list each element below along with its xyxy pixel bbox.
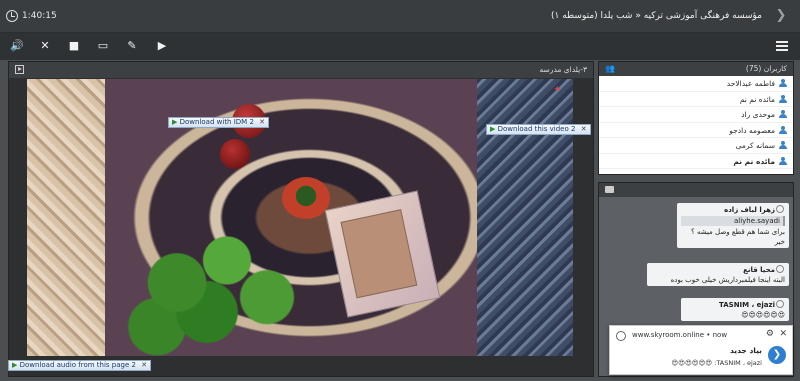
user-icon: [779, 110, 787, 118]
play-icon: ▶: [12, 361, 18, 369]
user-item[interactable]: معصومه دادجو: [599, 123, 793, 138]
users-panel-header: 👥 کاربران (75): [599, 62, 793, 76]
video-frame-left-cloth: [27, 79, 115, 356]
plant: [117, 209, 317, 356]
idm-download-audio-label: Download audio from this page: [19, 361, 130, 369]
user-icon: [779, 79, 787, 87]
idm-count: 2: [131, 361, 136, 369]
session-timer: 1:40:15: [22, 11, 57, 21]
video-title: ۳-یلدای مدرسه: [539, 65, 587, 74]
user-name: فاطمه عبدالاحد: [726, 79, 775, 88]
idm-download-audio-button[interactable]: ▶ Download audio from this page 2 ✕: [8, 360, 152, 371]
close-icon[interactable]: ✕: [259, 118, 265, 126]
close-icon[interactable]: ✕: [581, 125, 587, 133]
chat-message: زهرا لباف زاده aliyhe.sayadi برای شما هم…: [677, 203, 789, 248]
notification-site: www.skyroom.online • now: [632, 331, 728, 339]
message-author: زهرا لباف زاده: [681, 205, 785, 214]
idm-download-button[interactable]: ▶ Download with IDM 2 ✕: [168, 117, 270, 128]
skyroom-logo-icon: ❯: [775, 8, 787, 23]
play-icon: ▶: [172, 118, 178, 126]
chat-icon: [605, 186, 614, 193]
close-icon[interactable]: ✕: [779, 329, 787, 339]
clock-icon: [6, 10, 18, 22]
hamburger-menu-icon[interactable]: [776, 41, 788, 51]
users-title: کاربران (75): [745, 64, 787, 73]
idm-download-label: Download with IDM: [179, 118, 248, 126]
browser-icon: [616, 331, 626, 341]
close-icon[interactable]: ✕: [141, 361, 147, 369]
top-header: 1:40:15 مؤسسه فرهنگی آموزشی ترکیه « شب ی…: [0, 0, 800, 33]
video-panel: ۳-یلدای مدرسه ✦: [8, 61, 594, 377]
user-item[interactable]: مائده نم نم: [599, 154, 793, 169]
whiteboard-brush-icon[interactable]: ✎: [124, 38, 140, 54]
video-frame-right-cloth: [463, 79, 573, 356]
video-panel-header: ۳-یلدای مدرسه: [9, 62, 593, 78]
user-item[interactable]: مائده نم نم: [599, 92, 793, 107]
idm-download-video-label: Download this video: [497, 125, 569, 133]
reply-icon[interactable]: [776, 300, 784, 308]
notification-body: TASNIM ، ejazi: 😍😍😍😍😍😍: [671, 359, 762, 367]
message-author: محیا قانع: [651, 265, 785, 274]
user-item[interactable]: موحدی راد: [599, 107, 793, 123]
chat-message: TASNIM ، ejazi 😍😍😍😍😍😍: [681, 298, 789, 321]
idm-count: 2: [571, 125, 576, 133]
browser-notification[interactable]: www.skyroom.online • now ⚙ ✕ بیاد جدید T…: [609, 325, 793, 375]
chat-message: محیا قانع البته اینجا فیلمبرداریش خیلی خ…: [647, 263, 789, 286]
message-author: TASNIM ، ejazi: [685, 300, 785, 309]
screen-share-icon[interactable]: ▭: [95, 38, 111, 54]
play-icon: ▶: [490, 125, 496, 133]
channel-watermark: ✦: [553, 85, 561, 95]
mic-muted-icon[interactable]: ✕: [37, 38, 53, 54]
user-icon: [779, 94, 787, 103]
people-icon: 👥: [605, 64, 615, 73]
reply-icon[interactable]: [776, 265, 784, 273]
user-icon: [779, 125, 787, 134]
main-toolbar: 🔊 ✕ ■ ▭ ✎ ▶: [0, 33, 800, 60]
idm-count: 2: [249, 118, 254, 126]
user-name: سمانه کرمی: [735, 141, 775, 150]
speaker-icon[interactable]: 🔊: [9, 38, 25, 54]
message-text: البته اینجا فیلمبرداریش خیلی خوب بوده: [670, 276, 785, 284]
user-item[interactable]: فاطمه عبدالاحد: [599, 76, 793, 92]
skyroom-logo-icon: ❯: [768, 346, 786, 364]
quoted-author: aliyhe.sayadi: [681, 216, 785, 226]
pomegranate: [220, 139, 250, 169]
user-name: مائده نم نم: [733, 156, 775, 166]
message-text: برای شما هم قطع وصل میشه ؟: [691, 228, 785, 236]
user-item[interactable]: سمانه کرمی: [599, 138, 793, 154]
chat-panel-header: [599, 183, 793, 197]
message-text: 😍😍😍😍😍😍: [741, 311, 785, 319]
room-title: مؤسسه فرهنگی آموزشی ترکیه « شب یلدا (متو…: [550, 11, 762, 21]
idm-download-video-button[interactable]: ▶ Download this video 2 ✕: [486, 124, 591, 135]
user-name: موحدی راد: [741, 110, 775, 119]
media-play-icon[interactable]: ▶: [154, 38, 170, 54]
video-camera-icon[interactable]: ■: [66, 38, 82, 54]
users-panel: 👥 کاربران (75) فاطمه عبدالاحد مائده نم ن…: [598, 61, 794, 175]
user-name: معصومه دادجو: [729, 125, 775, 135]
gear-icon[interactable]: ⚙: [766, 329, 774, 339]
user-name: مائده نم نم: [739, 94, 775, 104]
media-icon: [15, 65, 24, 74]
message-text: خیر: [774, 238, 785, 246]
user-icon: [779, 156, 787, 165]
video-player[interactable]: ✦: [27, 79, 573, 356]
notification-title: بیاد جدید: [729, 346, 762, 355]
reply-icon[interactable]: [776, 205, 784, 213]
user-icon: [779, 141, 787, 149]
